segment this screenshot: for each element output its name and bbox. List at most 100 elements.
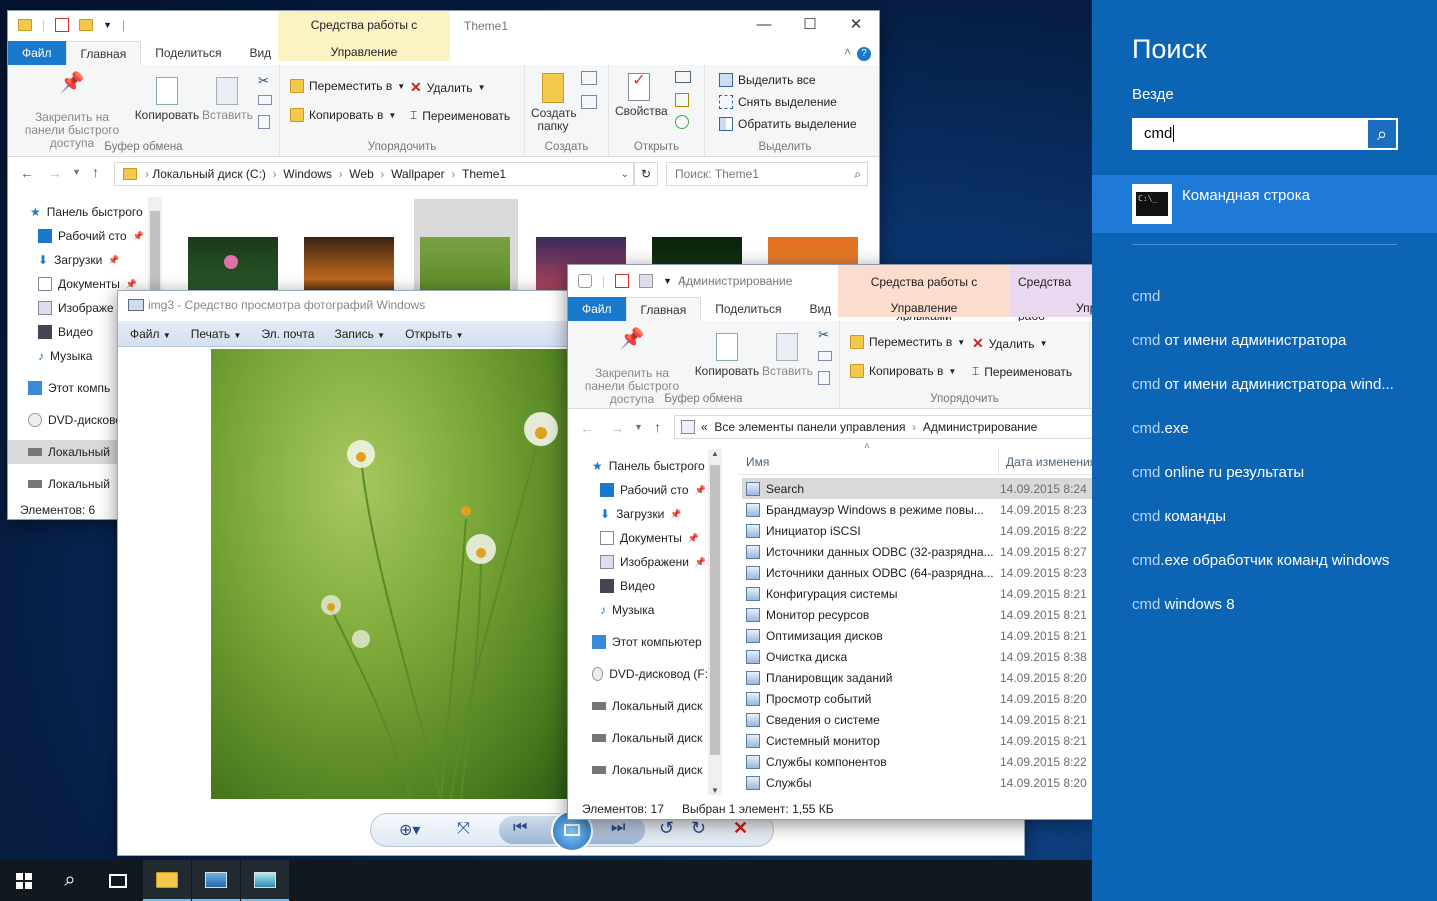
- file-row[interactable]: Брандмауэр Windows в режиме повы... 14.09…: [742, 499, 1092, 520]
- refresh-button[interactable]: ↻: [634, 162, 658, 186]
- search-box[interactable]: Поиск: Theme1 ⌕: [666, 162, 868, 186]
- history-icon[interactable]: [675, 115, 689, 129]
- properties-qat-icon[interactable]: [55, 18, 70, 32]
- file-row[interactable]: Просмотр событий 14.09.2015 8:20: [742, 688, 1092, 709]
- explorer-window-admin-tools[interactable]: | ▼ | Администрирование Средства работы …: [567, 264, 1093, 820]
- previous-icon[interactable]: ⏮: [513, 819, 527, 837]
- paste-button[interactable]: Вставить: [762, 333, 813, 378]
- recent-dropdown[interactable]: ▼: [634, 422, 643, 432]
- paste-shortcut-icon[interactable]: [258, 115, 270, 129]
- scroll-up-icon[interactable]: ▲: [708, 449, 722, 458]
- tab-home[interactable]: Главная: [625, 297, 702, 321]
- properties-qat-icon[interactable]: [615, 274, 630, 288]
- cut-icon[interactable]: ✂: [818, 327, 829, 343]
- file-row[interactable]: Оптимизация дисков 14.09.2015 8:21: [742, 625, 1092, 646]
- task-view-button[interactable]: [94, 860, 142, 901]
- tab-share[interactable]: Поделиться: [141, 41, 235, 65]
- collapse-ribbon-icon[interactable]: ˄: [844, 45, 851, 59]
- tab-file[interactable]: Файл: [568, 297, 626, 321]
- nav-local-disk-1[interactable]: Локальный диск: [568, 694, 708, 718]
- file-row[interactable]: Источники данных ODBC (32-разрядна... 14.…: [742, 541, 1092, 562]
- crumb-admin-tools[interactable]: Администрирование: [923, 420, 1037, 434]
- search-suggestion[interactable]: cmd online ru результаты: [1132, 464, 1394, 508]
- path-overflow[interactable]: «: [701, 420, 708, 434]
- cut-icon[interactable]: ✂: [258, 73, 269, 89]
- rotate-right-icon[interactable]: ↻: [691, 818, 706, 839]
- nav-music[interactable]: ♪ Музыка: [568, 598, 708, 622]
- copy-path-icon[interactable]: [258, 95, 272, 105]
- search-scope[interactable]: Везде: [1132, 86, 1174, 103]
- file-row[interactable]: Службы компонентов 14.09.2015 8:22: [742, 751, 1092, 772]
- new-item-icon[interactable]: [581, 71, 597, 85]
- taskbar-file-explorer[interactable]: [143, 860, 191, 901]
- thumbnail-img2[interactable]: [304, 237, 394, 297]
- nav-downloads[interactable]: ⬇ Загрузки 📌: [568, 502, 708, 526]
- qat-dropdown-icon[interactable]: ▼: [103, 20, 112, 30]
- thumbnail-img3[interactable]: [420, 237, 510, 297]
- file-row[interactable]: Search 14.09.2015 8:24: [742, 478, 1092, 499]
- title-bar-2[interactable]: | ▼ | Администрирование Средства работы …: [568, 265, 1092, 323]
- close-button[interactable]: ✕: [833, 11, 879, 41]
- paste-shortcut-icon[interactable]: [818, 371, 830, 385]
- search-suggestion[interactable]: cmd команды: [1132, 508, 1394, 552]
- taskbar-control-panel[interactable]: [241, 860, 289, 901]
- nav-local-disk-3[interactable]: Локальный диск: [568, 758, 708, 782]
- copy-to-button[interactable]: Копировать в ▼: [290, 108, 396, 122]
- nav-dvd[interactable]: DVD-дисковод (F:: [568, 662, 708, 686]
- file-row[interactable]: Системный монитор 14.09.2015 8:21: [742, 730, 1092, 751]
- menu-print[interactable]: Печать ▼: [191, 327, 242, 341]
- file-row[interactable]: Монитор ресурсов 14.09.2015 8:21: [742, 604, 1092, 625]
- up-button[interactable]: ↑: [654, 419, 661, 435]
- menu-file[interactable]: Файл ▼: [130, 327, 171, 341]
- address-bar-2[interactable]: « Все элементы панели управления › Админ…: [674, 415, 1092, 439]
- delete-photo-icon[interactable]: ✕: [733, 818, 748, 839]
- delete-button[interactable]: ✕ Удалить ▼: [972, 335, 1047, 352]
- search-input[interactable]: cmd: [1132, 118, 1366, 150]
- menu-burn[interactable]: Запись ▼: [334, 327, 385, 341]
- select-all-button[interactable]: Выделить все: [719, 73, 816, 87]
- menu-email[interactable]: Эл. почта: [261, 327, 314, 341]
- address-bar[interactable]: › Локальный диск (C:) › Windows › Web › …: [114, 162, 634, 186]
- nav-this-pc[interactable]: Этот компьютер: [568, 630, 708, 654]
- menu-open[interactable]: Открыть ▼: [405, 327, 463, 341]
- back-button[interactable]: ←: [20, 165, 34, 181]
- forward-button[interactable]: →: [48, 165, 62, 181]
- search-suggestion[interactable]: cmd: [1132, 288, 1394, 332]
- qat-dropdown-icon[interactable]: ▼: [663, 276, 672, 286]
- column-date[interactable]: Дата изменения: [1006, 455, 1092, 469]
- scroll-down-icon[interactable]: ▼: [708, 786, 722, 795]
- file-row[interactable]: Планировщик заданий 14.09.2015 8:20: [742, 667, 1092, 688]
- start-button[interactable]: [0, 860, 48, 901]
- next-icon[interactable]: ⏭: [611, 819, 625, 837]
- minimize-button[interactable]: —: [741, 11, 787, 41]
- pin-button[interactable]: 📌 Закрепить на панели быстрого доступа: [14, 73, 130, 150]
- file-row[interactable]: Очистка диска 14.09.2015 8:38: [742, 646, 1092, 667]
- crumb-control-panel[interactable]: Все элементы панели управления: [714, 420, 905, 434]
- tab-home[interactable]: Главная: [65, 41, 142, 65]
- nav-scrollbar-2[interactable]: ▲ ▼: [708, 449, 722, 795]
- rename-button[interactable]: ⌶ Переименовать: [972, 364, 1072, 379]
- copy-button[interactable]: Копировать: [692, 333, 762, 378]
- tab-file[interactable]: Файл: [8, 41, 66, 65]
- new-folder-qat-icon[interactable]: [79, 19, 94, 31]
- best-match-item[interactable]: C:\_ Командная строка: [1092, 175, 1437, 233]
- file-row[interactable]: Службы 14.09.2015 8:20: [742, 772, 1092, 793]
- nav-desktop[interactable]: Рабочий сто 📌: [8, 224, 148, 248]
- up-button[interactable]: ↑: [92, 164, 99, 180]
- nav-videos[interactable]: Видео: [568, 574, 708, 598]
- back-button[interactable]: ←: [580, 420, 594, 436]
- move-to-button[interactable]: Переместить в ▼: [290, 79, 405, 93]
- nav-documents[interactable]: Документы 📌: [568, 526, 708, 550]
- file-row[interactable]: Сведения о системе 14.09.2015 8:21: [742, 709, 1092, 730]
- search-suggestion[interactable]: cmd windows 8: [1132, 596, 1394, 640]
- zoom-icon[interactable]: ⊕▾: [399, 820, 420, 840]
- easy-access-icon[interactable]: [581, 95, 597, 109]
- crumb-web[interactable]: Web: [349, 167, 373, 181]
- actual-size-icon[interactable]: ⤧: [457, 820, 470, 838]
- search-suggestion[interactable]: cmd.exe обработчик команд windows: [1132, 552, 1394, 596]
- thumbnail-img1[interactable]: [188, 237, 278, 297]
- recent-dropdown[interactable]: ▼: [72, 167, 81, 177]
- new-folder-button[interactable]: Создать папку: [531, 73, 577, 133]
- rename-button[interactable]: ⌶ Переименовать: [410, 108, 510, 123]
- nav-local-disk-2[interactable]: Локальный диск: [568, 726, 708, 750]
